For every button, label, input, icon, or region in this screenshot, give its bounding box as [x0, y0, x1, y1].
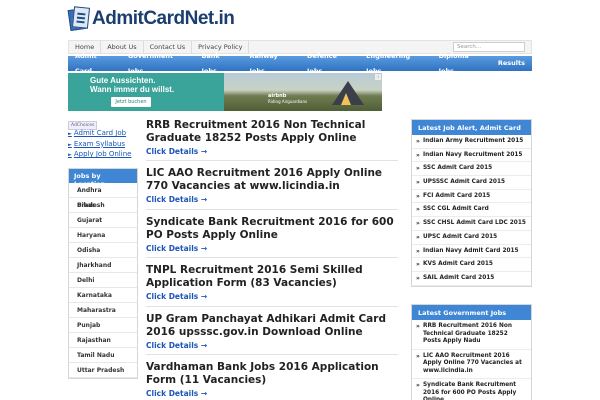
location-item[interactable]: Karnataka: [69, 288, 137, 303]
ad-headline-1: Gute Aussichten.: [90, 76, 156, 85]
ad-brand-logo: airbnb Riding Airguardians: [268, 93, 308, 104]
alert-item[interactable]: KVS Admit Card 2015: [412, 258, 531, 272]
ad-links: ► Admit Card Job ► Exam Syllabus ► Apply Jo…: [68, 129, 131, 161]
post-item: LIC AAO Recruitment 2016 Apply Online 77…: [146, 167, 398, 204]
ad-info-icon[interactable]: i: [375, 74, 381, 80]
ad-link-exam-syllabus[interactable]: ► Exam Syllabus: [68, 140, 131, 151]
post-title[interactable]: UP Gram Panchayat Adhikari Admit Card 20…: [146, 313, 398, 338]
click-details-link[interactable]: Click Details →: [146, 147, 398, 156]
post-divider: [146, 257, 398, 258]
play-arrow-icon: ►: [68, 141, 72, 148]
post-item: Syndicate Bank Recruitment 2016 for 600 …: [146, 216, 398, 253]
location-item[interactable]: Delhi: [69, 273, 137, 288]
jobs-by-location-title: Jobs by Location: [69, 169, 137, 188]
alert-item[interactable]: SSC CGL Admit Card: [412, 203, 531, 218]
site-header: AdmitCardNet.in: [0, 0, 600, 38]
ad-image-panel: airbnb Riding Airguardians i: [224, 73, 382, 111]
nav-results[interactable]: Results: [491, 56, 532, 71]
admit-card-logo-icon: [67, 6, 91, 32]
post-divider: [146, 160, 398, 161]
alert-item[interactable]: SSC CHSL Admit Card LDC 2015: [412, 217, 531, 231]
gov-job-item[interactable]: Syndicate Bank Recruitment 2016 for 600 …: [412, 379, 531, 400]
jobs-by-location-widget: Jobs by Location Andhra Pradesh Bihar Gu…: [68, 168, 138, 379]
ad-banner[interactable]: Gute Aussichten. Wann immer du willst. J…: [68, 73, 382, 111]
alert-item[interactable]: Indian Navy Admit Card 2015: [412, 245, 531, 259]
post-title[interactable]: TNPL Recruitment 2016 Semi Skilled Appli…: [146, 264, 398, 289]
ad-link-apply-job-online[interactable]: ► Apply Job Online: [68, 150, 131, 161]
post-title[interactable]: LIC AAO Recruitment 2016 Apply Online 77…: [146, 167, 398, 192]
location-item[interactable]: Haryana: [69, 228, 137, 243]
post-title[interactable]: Vardhaman Bank Jobs 2016 Application For…: [146, 361, 398, 386]
post-item: UP Gram Panchayat Adhikari Admit Card 20…: [146, 313, 398, 350]
ad-link-admit-card-job[interactable]: ► Admit Card Job: [68, 129, 131, 140]
location-item[interactable]: Gujarat: [69, 213, 137, 228]
site-logo[interactable]: AdmitCardNet.in: [67, 5, 235, 33]
alert-item[interactable]: Indian Navy Recruitment 2015: [412, 149, 531, 163]
alert-item[interactable]: Indian Army Recruitment 2015: [412, 135, 531, 149]
post-item: RRB Recruitment 2016 Non Technical Gradu…: [146, 119, 398, 156]
alert-item[interactable]: UPSSSC Admit Card 2015: [412, 176, 531, 190]
alert-item[interactable]: UPSC Admit Card 2015: [412, 231, 531, 245]
play-arrow-icon: ►: [68, 152, 72, 158]
post-item: TNPL Recruitment 2016 Semi Skilled Appli…: [146, 264, 398, 301]
ad-headline-2: Wann immer du willst.: [90, 85, 175, 94]
main-nav: Admit Card Government Jobs Bank Jobs Rai…: [68, 52, 532, 75]
post-title[interactable]: Syndicate Bank Recruitment 2016 for 600 …: [146, 216, 398, 241]
post-divider: [146, 354, 398, 355]
post-divider: [146, 306, 398, 307]
ad-book-button[interactable]: Jetzt buchen: [111, 97, 151, 107]
location-item[interactable]: Maharastra: [69, 303, 137, 318]
alert-item[interactable]: SAIL Admit Card 2015: [412, 272, 531, 286]
click-details-link[interactable]: Click Details →: [146, 195, 398, 204]
latest-government-jobs-widget: Latest Government Jobs RRB Recruitment 2…: [411, 304, 532, 400]
location-item[interactable]: Punjab: [69, 318, 137, 333]
location-item[interactable]: Rajasthan: [69, 333, 137, 348]
alert-item[interactable]: SSC Admit Card 2015: [412, 162, 531, 177]
post-divider: [146, 209, 398, 210]
logo-text: AdmitCardNet.in: [92, 8, 235, 29]
nav-diploma-jobs[interactable]: Diploma Jobs: [432, 49, 491, 79]
play-arrow-icon: ►: [68, 131, 72, 137]
latest-job-alert-widget: Latest Job Alert, Admit Card Indian Army…: [411, 119, 532, 287]
ad-text-panel: Gute Aussichten. Wann immer du willst. J…: [68, 73, 224, 111]
latest-job-alert-title: Latest Job Alert, Admit Card: [412, 120, 531, 135]
post-item: Vardhaman Bank Jobs 2016 Application For…: [146, 361, 398, 398]
post-title[interactable]: RRB Recruitment 2016 Non Technical Gradu…: [146, 119, 398, 144]
click-details-link[interactable]: Click Details →: [146, 244, 398, 253]
click-details-link[interactable]: Click Details →: [146, 292, 398, 301]
gov-job-item[interactable]: RRB Recruitment 2016 Non Technical Gradu…: [412, 320, 531, 350]
alert-item[interactable]: FCI Admit Card 2015: [412, 190, 531, 204]
click-details-link[interactable]: Click Details →: [146, 389, 398, 398]
location-item[interactable]: Jharkhand: [69, 258, 137, 273]
latest-government-jobs-title: Latest Government Jobs: [412, 305, 531, 320]
gov-job-item[interactable]: LIC AAO Recruitment 2016 Apply Online 77…: [412, 350, 531, 379]
location-item[interactable]: Uttar Pradesh: [69, 363, 137, 378]
click-details-link[interactable]: Click Details →: [146, 341, 398, 350]
location-item[interactable]: Odisha: [69, 243, 137, 258]
location-item[interactable]: Tamil Nadu: [69, 348, 137, 363]
